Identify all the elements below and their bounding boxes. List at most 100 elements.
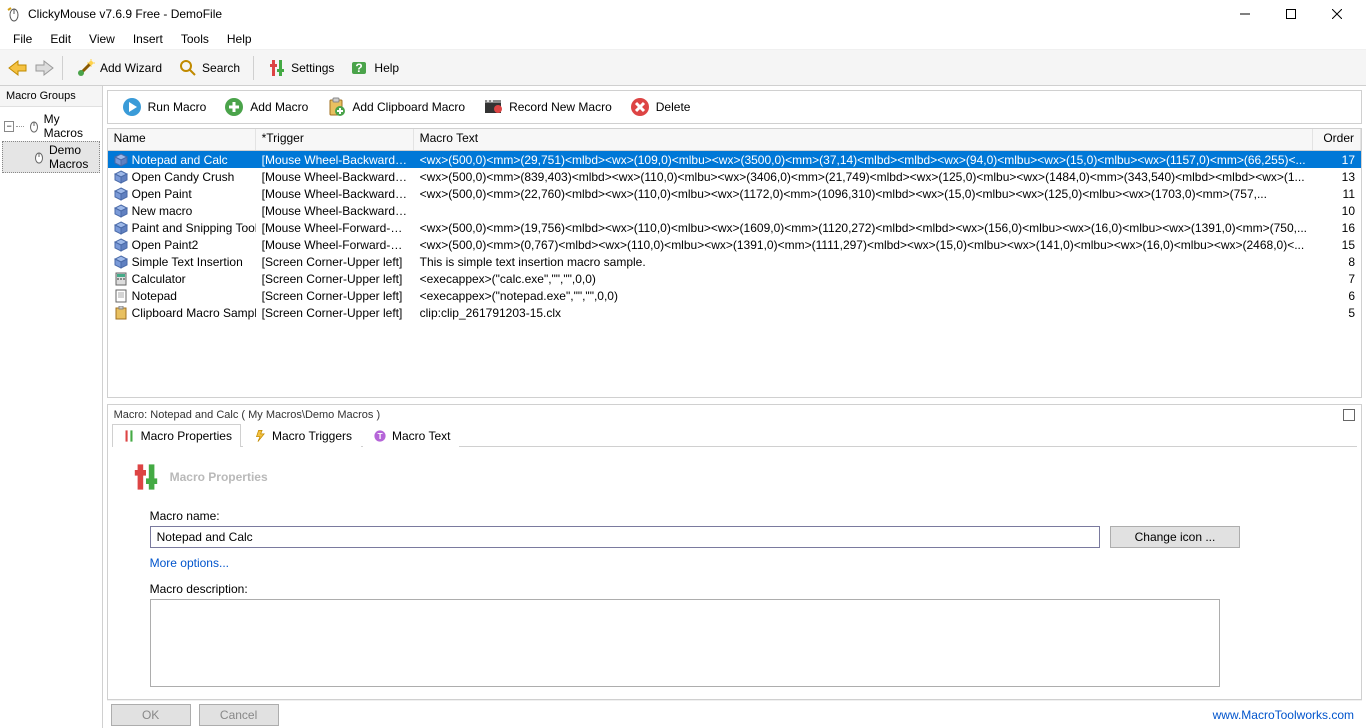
- svg-text:T: T: [377, 431, 383, 441]
- nav-forward-button[interactable]: [32, 56, 56, 80]
- table-row[interactable]: Notepad and Calc[Mouse Wheel-Backward-An…: [108, 151, 1361, 168]
- menu-edit[interactable]: Edit: [41, 30, 80, 48]
- settings-button[interactable]: Settings: [260, 55, 341, 81]
- delete-label: Delete: [656, 100, 691, 114]
- help-button[interactable]: ? Help: [343, 55, 406, 81]
- maximize-button[interactable]: [1268, 0, 1314, 28]
- sidebar-header: Macro Groups: [0, 86, 102, 107]
- cancel-button[interactable]: Cancel: [199, 704, 279, 726]
- properties-heading-icon: [132, 463, 160, 491]
- row-text: <wx>(500,0)<mm>(19,756)<mlbd><wx>(110,0)…: [414, 221, 1313, 235]
- change-icon-button[interactable]: Change icon ...: [1110, 526, 1241, 548]
- header-trigger[interactable]: *Trigger: [256, 129, 414, 150]
- row-order: 16: [1313, 221, 1361, 235]
- tree-child-item[interactable]: Demo Macros: [2, 141, 100, 173]
- close-button[interactable]: [1314, 0, 1360, 28]
- macro-type-icon: [114, 289, 128, 303]
- macro-name-input[interactable]: [150, 526, 1100, 548]
- table-row[interactable]: Notepad[Screen Corner-Upper left]<execap…: [108, 287, 1361, 304]
- nav-back-button[interactable]: [6, 56, 30, 80]
- help-icon: ?: [350, 58, 370, 78]
- ok-button[interactable]: OK: [111, 704, 191, 726]
- tab-triggers-label: Macro Triggers: [272, 429, 352, 443]
- menu-tools[interactable]: Tools: [172, 30, 218, 48]
- properties-panel: Macro: Notepad and Calc ( My Macros\Demo…: [107, 404, 1362, 700]
- tree-collapse-icon[interactable]: −: [4, 121, 14, 132]
- menu-help[interactable]: Help: [218, 30, 261, 48]
- search-button[interactable]: Search: [171, 55, 247, 81]
- macro-description-input[interactable]: [150, 599, 1220, 687]
- table-row[interactable]: Calculator[Screen Corner-Upper left]<exe…: [108, 270, 1361, 287]
- row-text: <wx>(500,0)<mm>(0,767)<mlbd><wx>(110,0)<…: [414, 238, 1313, 252]
- header-name[interactable]: Name: [108, 129, 256, 150]
- row-order: 10: [1313, 204, 1361, 218]
- row-text: <wx>(500,0)<mm>(839,403)<mlbd><wx>(110,0…: [414, 170, 1313, 184]
- row-text: <wx>(500,0)<mm>(22,760)<mlbd><wx>(110,0)…: [414, 187, 1313, 201]
- row-order: 6: [1313, 289, 1361, 303]
- wand-icon: [76, 58, 96, 78]
- table-row[interactable]: Open Paint2[Mouse Wheel-Forward-On T...<…: [108, 236, 1361, 253]
- macro-type-icon: [114, 187, 128, 201]
- add-icon: [224, 97, 244, 117]
- menu-file[interactable]: File: [4, 30, 41, 48]
- properties-tabs: Macro Properties Macro Triggers T Macro …: [112, 423, 1357, 447]
- header-order[interactable]: Order: [1313, 129, 1361, 150]
- delete-button[interactable]: Delete: [622, 95, 699, 119]
- row-name: Simple Text Insertion: [132, 255, 243, 269]
- run-macro-button[interactable]: Run Macro: [114, 95, 215, 119]
- row-name: Calculator: [132, 272, 186, 286]
- header-text[interactable]: Macro Text: [414, 129, 1313, 150]
- macro-name-label: Macro name:: [150, 509, 1337, 523]
- run-macro-label: Run Macro: [148, 100, 207, 114]
- properties-heading: Macro Properties: [132, 463, 1337, 491]
- row-trigger: [Mouse Wheel-Backward-An...: [256, 187, 414, 201]
- record-macro-label: Record New Macro: [509, 100, 612, 114]
- toolbar-separator: [253, 56, 254, 80]
- play-icon: [122, 97, 142, 117]
- table-row[interactable]: Simple Text Insertion [Screen Corner-Uppe…: [108, 253, 1361, 270]
- row-trigger: [Screen Corner-Upper left]: [256, 255, 414, 269]
- row-text: This is simple text insertion macro samp…: [414, 255, 1313, 269]
- more-options-link[interactable]: More options...: [150, 556, 1337, 570]
- table-row[interactable]: Open Candy Crush[Mouse Wheel-Backward-An…: [108, 168, 1361, 185]
- tree-root-item[interactable]: − My Macros: [2, 111, 100, 141]
- table-row[interactable]: Paint and Snipping Tool[Mouse Wheel-Forw…: [108, 219, 1361, 236]
- text-icon: T: [372, 428, 388, 444]
- footer: OK Cancel www.MacroToolworks.com: [107, 700, 1362, 728]
- macro-type-icon: [114, 306, 128, 320]
- row-name: Notepad: [132, 289, 177, 303]
- row-name: Clipboard Macro Sample: [132, 306, 256, 320]
- add-wizard-label: Add Wizard: [100, 61, 162, 75]
- settings-label: Settings: [291, 61, 334, 75]
- tab-macro-text[interactable]: T Macro Text: [363, 424, 459, 447]
- table-row[interactable]: Clipboard Macro Sample[Screen Corner-Upp…: [108, 304, 1361, 321]
- triggers-icon: [252, 428, 268, 444]
- menu-view[interactable]: View: [80, 30, 124, 48]
- table-row[interactable]: New macro[Mouse Wheel-Backward-An...10: [108, 202, 1361, 219]
- table-row[interactable]: Open Paint [Mouse Wheel-Backward-An...<wx…: [108, 185, 1361, 202]
- minimize-button[interactable]: [1222, 0, 1268, 28]
- grid-body[interactable]: Notepad and Calc[Mouse Wheel-Backward-An…: [108, 151, 1361, 321]
- add-macro-button[interactable]: Add Macro: [216, 95, 316, 119]
- panel-maximize-button[interactable]: [1343, 409, 1355, 421]
- row-name: Open Paint: [132, 187, 192, 201]
- row-order: 15: [1313, 238, 1361, 252]
- title-bar: ClickyMouse v7.6.9 Free - DemoFile: [0, 0, 1366, 28]
- add-clipboard-macro-label: Add Clipboard Macro: [352, 100, 465, 114]
- search-icon: [178, 58, 198, 78]
- settings-icon: [267, 58, 287, 78]
- window-title: ClickyMouse v7.6.9 Free - DemoFile: [28, 7, 1222, 21]
- macro-groups-tree[interactable]: − My Macros Demo Macros: [0, 107, 102, 177]
- tab-macro-triggers[interactable]: Macro Triggers: [243, 424, 361, 447]
- macro-type-icon: [114, 272, 128, 286]
- footer-url-link[interactable]: www.MacroToolworks.com: [1213, 708, 1354, 722]
- add-wizard-button[interactable]: Add Wizard: [69, 55, 169, 81]
- row-name: Open Candy Crush: [132, 170, 235, 184]
- main-toolbar: Add Wizard Search Settings ? Help: [0, 50, 1366, 86]
- menu-insert[interactable]: Insert: [124, 30, 172, 48]
- row-order: 7: [1313, 272, 1361, 286]
- add-clipboard-macro-button[interactable]: Add Clipboard Macro: [318, 95, 473, 119]
- grid-header: Name *Trigger Macro Text Order: [108, 129, 1361, 151]
- tab-macro-properties[interactable]: Macro Properties: [112, 424, 241, 447]
- record-macro-button[interactable]: Record New Macro: [475, 95, 620, 119]
